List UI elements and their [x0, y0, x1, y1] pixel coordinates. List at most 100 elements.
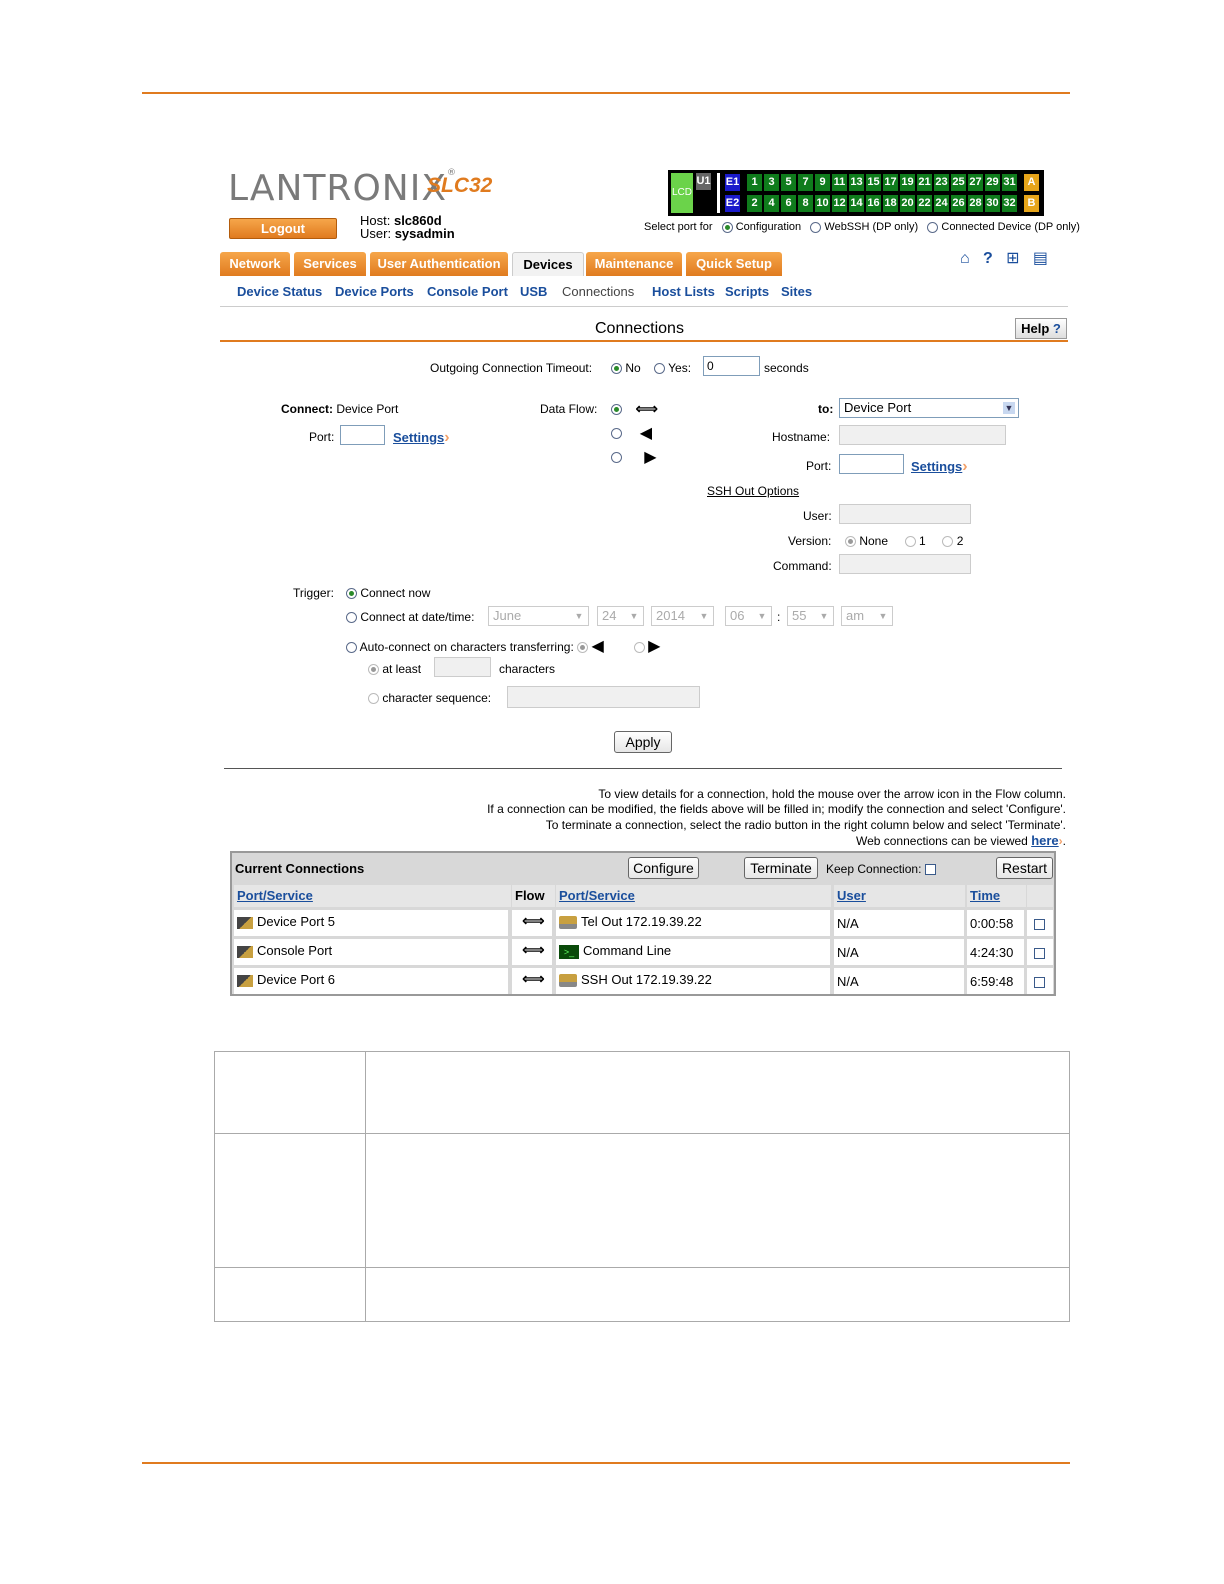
subnav-sites[interactable]: Sites — [781, 284, 812, 299]
port-30[interactable]: 30 — [985, 195, 1000, 212]
port-4[interactable]: 4 — [764, 195, 779, 212]
help-button[interactable]: Help ? — [1015, 318, 1067, 339]
port-32[interactable]: 32 — [1002, 195, 1017, 212]
mode-connected-device-radio[interactable] — [927, 221, 939, 233]
ssh-user-input[interactable] — [839, 504, 971, 524]
version-2-radio[interactable] — [942, 536, 954, 548]
minute-select[interactable]: 55 ▼ — [787, 606, 834, 626]
dataflow-left-radio[interactable] — [611, 428, 622, 440]
month-select[interactable]: June ▼ — [488, 606, 589, 626]
port-2[interactable]: 2 — [747, 195, 762, 212]
subnav-console-port[interactable]: Console Port — [427, 284, 508, 299]
port-18[interactable]: 18 — [883, 195, 898, 212]
timeout-input[interactable]: 0 — [703, 356, 760, 376]
auto-left-radio[interactable] — [577, 642, 589, 654]
document-icon[interactable]: ▤ — [1033, 250, 1048, 267]
port-9[interactable]: 9 — [815, 174, 830, 191]
port-e1[interactable]: E1 — [725, 174, 740, 191]
subnav-scripts[interactable]: Scripts — [725, 284, 769, 299]
port-22[interactable]: 22 — [917, 195, 932, 212]
tab-devices[interactable]: Devices — [512, 252, 584, 277]
version-1-radio[interactable] — [904, 536, 916, 548]
timeout-no-radio[interactable] — [611, 363, 622, 375]
bidirectional-arrow-icon[interactable]: ⟺ — [522, 942, 545, 959]
port-27[interactable]: 27 — [968, 174, 983, 191]
port-e2[interactable]: E2 — [725, 195, 740, 212]
port-b[interactable]: B — [1024, 195, 1039, 212]
logout-button[interactable]: Logout — [229, 218, 337, 239]
tab-quick-setup[interactable]: Quick Setup — [686, 252, 782, 276]
subnav-device-ports[interactable]: Device Ports — [335, 284, 414, 299]
to-select[interactable]: Device Port ▼ — [839, 398, 1019, 418]
port-25[interactable]: 25 — [951, 174, 966, 191]
port-16[interactable]: 16 — [866, 195, 881, 212]
dataflow-both-radio[interactable] — [611, 404, 622, 416]
port-14[interactable]: 14 — [849, 195, 864, 212]
timeout-yes-radio[interactable] — [654, 363, 666, 375]
at-least-input[interactable] — [434, 657, 491, 677]
flow-cell[interactable]: ⟺ — [512, 968, 552, 994]
header-time[interactable]: Time — [967, 885, 1026, 907]
subnav-device-status[interactable]: Device Status — [237, 284, 322, 299]
port-12[interactable]: 12 — [832, 195, 847, 212]
sitemap-icon[interactable]: ⊞ — [1006, 250, 1019, 267]
port-21[interactable]: 21 — [917, 174, 932, 191]
port-1[interactable]: 1 — [747, 174, 762, 191]
row-select-checkbox[interactable] — [1034, 948, 1045, 960]
tab-user-authentication[interactable]: User Authentication — [370, 252, 508, 276]
port-a[interactable]: A — [1024, 174, 1039, 191]
port-24[interactable]: 24 — [934, 195, 949, 212]
port-15[interactable]: 15 — [866, 174, 881, 191]
connect-at-radio[interactable] — [346, 612, 357, 624]
dataflow-right-radio[interactable] — [611, 452, 622, 464]
u1-button[interactable]: U1 — [696, 173, 711, 190]
port-6[interactable]: 6 — [781, 195, 796, 212]
port-17[interactable]: 17 — [883, 174, 898, 191]
port-20[interactable]: 20 — [900, 195, 915, 212]
port-28[interactable]: 28 — [968, 195, 983, 212]
flow-cell[interactable]: ⟺ — [512, 910, 552, 936]
subnav-connections[interactable]: Connections — [562, 284, 634, 299]
home-icon[interactable]: ⌂ — [960, 250, 970, 267]
char-seq-radio[interactable] — [368, 693, 379, 705]
char-seq-input[interactable] — [507, 686, 700, 708]
row-select-checkbox[interactable] — [1034, 919, 1045, 931]
port-19[interactable]: 19 — [900, 174, 915, 191]
flow-cell[interactable]: ⟺ — [512, 939, 552, 965]
port-8[interactable]: 8 — [798, 195, 813, 212]
port-13[interactable]: 13 — [849, 174, 864, 191]
connect-port-input[interactable] — [340, 425, 385, 445]
header-port-service-from[interactable]: Port/Service — [234, 885, 511, 907]
hostname-input[interactable] — [839, 425, 1006, 445]
port-29[interactable]: 29 — [985, 174, 1000, 191]
port-26[interactable]: 26 — [951, 195, 966, 212]
mode-webssh-radio[interactable] — [810, 221, 822, 233]
at-least-radio[interactable] — [368, 664, 379, 676]
terminate-button[interactable]: Terminate — [744, 857, 818, 879]
help-question-icon[interactable]: ? — [983, 250, 993, 267]
hour-select[interactable]: 06 ▼ — [725, 606, 772, 626]
port-7[interactable]: 7 — [798, 174, 813, 191]
ssh-out-options-link[interactable]: SSH Out Options — [707, 484, 799, 498]
port-31[interactable]: 31 — [1002, 174, 1017, 191]
ampm-select[interactable]: am ▼ — [841, 606, 893, 626]
mode-configuration-radio[interactable] — [721, 221, 733, 233]
keep-connection-checkbox[interactable] — [924, 864, 936, 876]
day-select[interactable]: 24 ▼ — [597, 606, 644, 626]
port-3[interactable]: 3 — [764, 174, 779, 191]
header-user[interactable]: User — [834, 885, 965, 907]
to-port-input[interactable] — [839, 454, 904, 474]
port-10[interactable]: 10 — [815, 195, 830, 212]
to-settings-link[interactable]: Settings› — [911, 458, 968, 476]
bidirectional-arrow-icon[interactable]: ⟺ — [522, 971, 545, 988]
subnav-usb[interactable]: USB — [520, 284, 547, 299]
tab-maintenance[interactable]: Maintenance — [586, 252, 682, 276]
auto-connect-radio[interactable] — [346, 642, 357, 654]
port-23[interactable]: 23 — [934, 174, 949, 191]
web-connections-here-link[interactable]: here — [1031, 833, 1058, 848]
bidirectional-arrow-icon[interactable]: ⟺ — [522, 913, 545, 930]
lcd-button[interactable]: LCD — [671, 173, 693, 213]
header-port-service-to[interactable]: Port/Service — [556, 885, 831, 907]
year-select[interactable]: 2014 ▼ — [651, 606, 714, 626]
port-11[interactable]: 11 — [832, 174, 847, 191]
